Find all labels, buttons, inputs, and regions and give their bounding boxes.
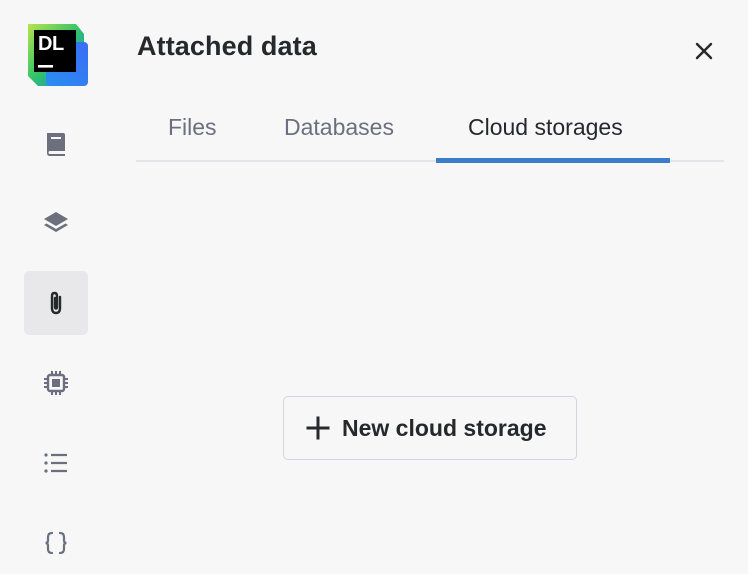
close-icon <box>695 42 713 60</box>
list-icon <box>44 453 67 473</box>
sidebar-item-outline[interactable] <box>24 431 88 495</box>
close-button[interactable] <box>688 35 720 67</box>
active-tab-indicator <box>436 158 670 163</box>
tab-files[interactable]: Files <box>168 114 217 141</box>
tab-cloud-storages[interactable]: Cloud storages <box>468 114 623 141</box>
logo-text: DL <box>38 33 64 55</box>
sidebar-item-layers[interactable] <box>24 191 88 255</box>
plus-icon <box>306 416 330 440</box>
sidebar-item-attached-data[interactable] <box>24 271 88 335</box>
braces-icon <box>45 531 67 555</box>
book-icon <box>47 133 65 156</box>
sidebar-item-variables[interactable] <box>24 511 88 574</box>
layers-icon <box>44 212 68 232</box>
sidebar-rail: DL <box>0 0 112 574</box>
chip-icon <box>44 371 68 395</box>
sidebar-item-notebook[interactable] <box>24 112 88 176</box>
new-cloud-storage-label: New cloud storage <box>342 414 547 441</box>
paperclip-icon <box>50 291 62 315</box>
sidebar-item-machine[interactable] <box>24 351 88 415</box>
datalore-logo[interactable]: DL <box>24 22 90 88</box>
tab-databases[interactable]: Databases <box>284 114 394 141</box>
tab-bar: Files Databases Cloud storages <box>136 100 724 163</box>
new-cloud-storage-button[interactable]: New cloud storage <box>283 396 577 460</box>
panel-title: Attached data <box>137 31 317 61</box>
